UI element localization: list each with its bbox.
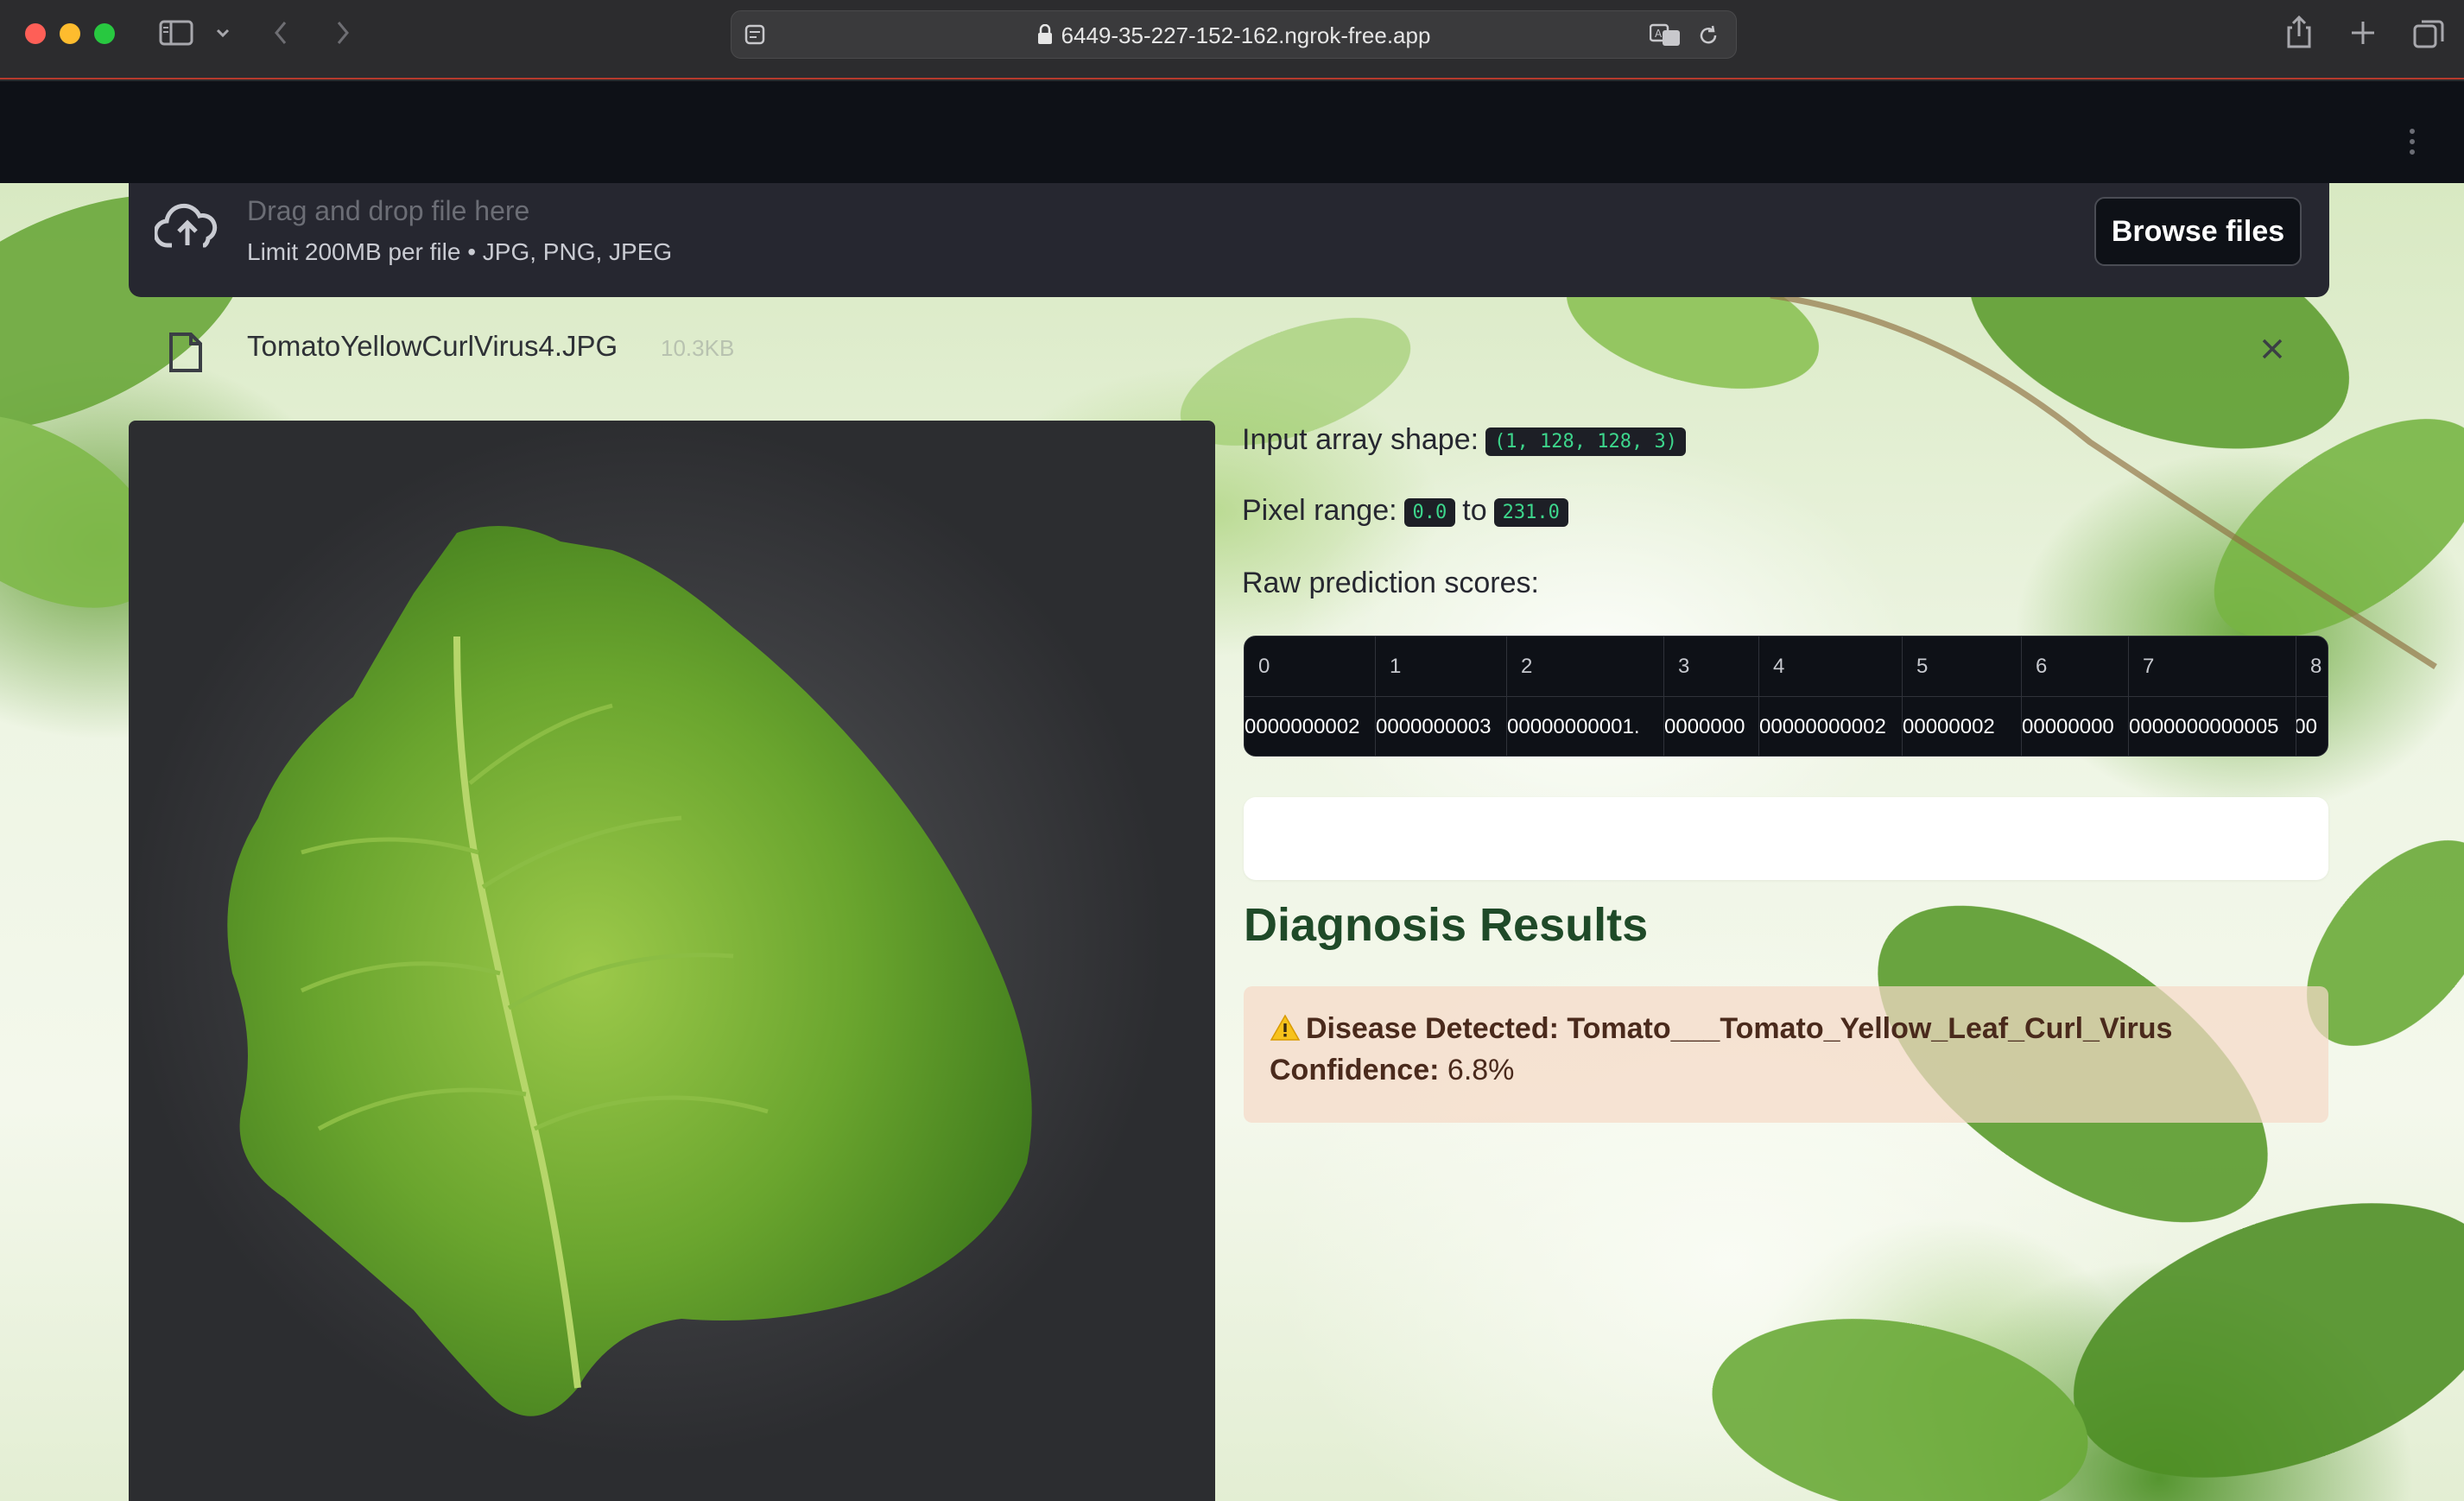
disease-detected-line: Disease Detected: Tomato___Tomato_Yellow…	[1270, 1012, 2172, 1049]
column-header[interactable]: 1	[1376, 636, 1507, 697]
address-bar[interactable]: 6449-35-227-152-162.ngrok-free.app A	[731, 10, 1737, 59]
translate-icon[interactable]: A	[1650, 23, 1682, 48]
main-menu-icon[interactable]	[2409, 128, 2416, 160]
prediction-scores-table[interactable]: 0 1 2 3 4 5 6 7 8 0000000002 0000000003 …	[1244, 636, 2328, 757]
new-tab-plus-icon[interactable]	[2349, 19, 2377, 47]
close-window-button[interactable]	[25, 23, 46, 44]
column-header[interactable]: 2	[1507, 636, 1664, 697]
share-icon[interactable]	[2285, 16, 2313, 50]
table-cell[interactable]: 0000000000005	[2129, 697, 2296, 756]
file-size: 10.3KB	[661, 335, 735, 361]
table-cell[interactable]: 000	[2296, 697, 2328, 756]
table-header-row: 0 1 2 3 4 5 6 7 8	[1245, 636, 2328, 697]
column-header[interactable]: 6	[2022, 636, 2129, 697]
table-cell[interactable]: 00000000	[2022, 697, 2129, 756]
minimize-window-button[interactable]	[60, 23, 80, 44]
column-header[interactable]: 3	[1664, 636, 1759, 697]
file-name: TomatoYellowCurlVirus4.JPG	[247, 330, 618, 362]
svg-text:A: A	[1655, 28, 1663, 40]
app-header	[0, 81, 2464, 183]
column-header[interactable]: 5	[1903, 636, 2022, 697]
diagnosis-alert: Disease Detected: Tomato___Tomato_Yellow…	[1244, 986, 2328, 1123]
column-header[interactable]: 0	[1245, 636, 1376, 697]
table-cell[interactable]: 0000000	[1664, 697, 1759, 756]
confidence-label: Confidence:	[1270, 1054, 1440, 1086]
column-header[interactable]: 8	[2296, 636, 2328, 697]
file-uploader[interactable]: Drag and drop file here Limit 200MB per …	[129, 183, 2329, 297]
drop-zone-text: Drag and drop file here	[247, 195, 530, 226]
table-row: 0000000002 0000000003 .00000000001 00000…	[1245, 697, 2328, 756]
table-cell[interactable]: 00000000002	[1759, 697, 1903, 756]
pixel-range-label: Pixel range:	[1242, 494, 1397, 527]
table-cell[interactable]: 00000002	[1903, 697, 2022, 756]
confidence-value: 6.8%	[1447, 1054, 1515, 1086]
browser-toolbar: 6449-35-227-152-162.ngrok-free.app A	[0, 0, 2464, 79]
table-cell[interactable]: 0000000002	[1245, 697, 1376, 756]
pixel-min-value: 0.0	[1403, 497, 1456, 527]
lock-icon	[1037, 13, 1053, 61]
url-text: 6449-35-227-152-162.ngrok-free.app	[1061, 22, 1431, 48]
uploaded-file-row: TomatoYellowCurlVirus4.JPG 10.3KB	[129, 320, 2329, 380]
input-shape-value: (1, 128, 128, 3)	[1485, 427, 1686, 456]
cloud-upload-icon	[153, 202, 220, 255]
zoom-window-button[interactable]	[94, 23, 115, 44]
forward-arrow-icon[interactable]	[332, 19, 352, 47]
input-shape-label: Input array shape:	[1242, 423, 1479, 456]
back-arrow-icon[interactable]	[271, 19, 292, 47]
browse-files-button[interactable]: Browse files	[2094, 197, 2302, 266]
input-shape-row: Input array shape: (1, 128, 128, 3)	[1242, 423, 1693, 457]
column-header[interactable]: 4	[1759, 636, 1903, 697]
diagnosis-title: Diagnosis Results	[1244, 899, 1649, 951]
tab-overview-icon[interactable]	[2413, 19, 2444, 48]
raw-scores-label: Raw prediction scores:	[1242, 567, 1539, 599]
confidence-line: Confidence: 6.8%	[1270, 1054, 1514, 1087]
file-icon	[168, 332, 203, 377]
empty-container	[1244, 797, 2328, 880]
file-limit-text: Limit 200MB per file • JPG, PNG, JPEG	[247, 238, 673, 265]
disease-detected-text: Disease Detected: Tomato___Tomato_Yellow…	[1306, 1012, 2173, 1045]
table-cell[interactable]: .00000000001	[1507, 697, 1664, 756]
table-cell[interactable]: 0000000003	[1376, 697, 1507, 756]
pixel-max-value: 231.0	[1493, 497, 1568, 527]
warning-icon	[1270, 1014, 1301, 1049]
pixel-range-row: Pixel range: 0.0 to 231.0	[1242, 494, 1575, 528]
remove-file-close-icon[interactable]	[2257, 333, 2288, 364]
sidebar-toggle-icon[interactable]	[159, 19, 193, 47]
pixel-range-to: to	[1462, 494, 1487, 527]
uploaded-leaf-image	[129, 421, 1215, 1501]
column-header[interactable]: 7	[2129, 636, 2296, 697]
chevron-down-icon[interactable]	[214, 24, 231, 41]
reload-icon[interactable]	[1696, 23, 1720, 48]
